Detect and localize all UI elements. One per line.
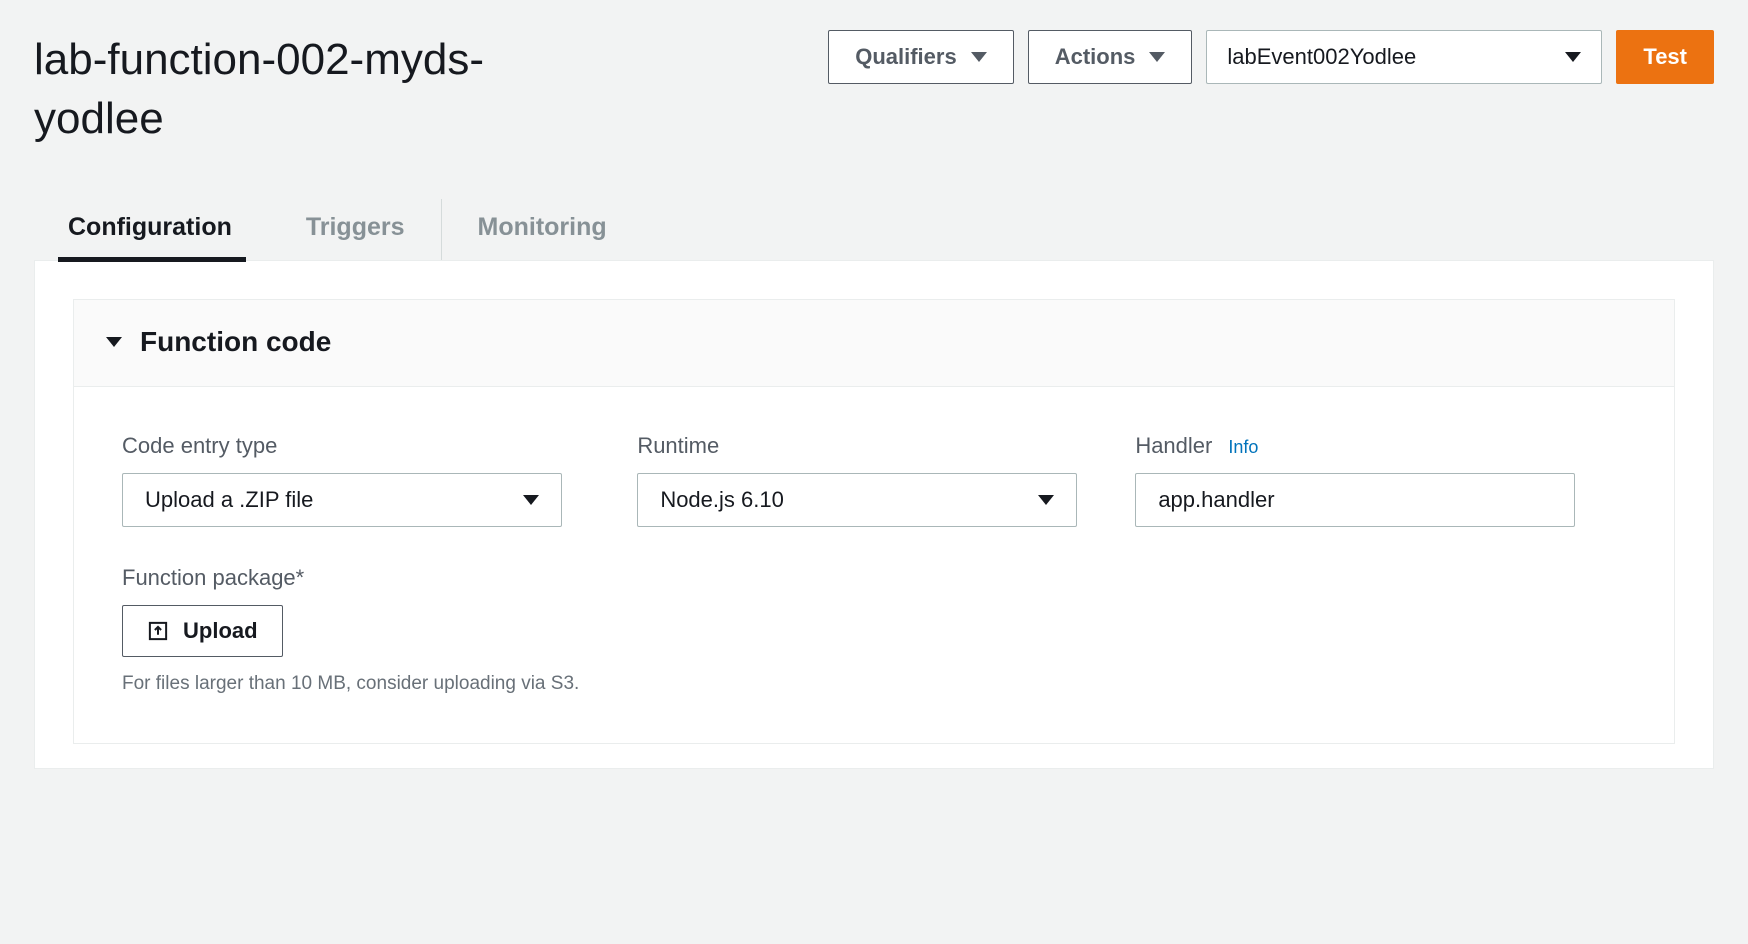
runtime-value: Node.js 6.10 [660, 487, 784, 513]
caret-down-icon [971, 52, 987, 62]
handler-input[interactable] [1135, 473, 1575, 527]
upload-button[interactable]: Upload [122, 605, 283, 657]
caret-down-icon [1565, 52, 1581, 62]
function-code-card: Function code Code entry type Upload a .… [73, 299, 1675, 744]
tab-configuration[interactable]: Configuration [58, 199, 270, 260]
collapse-caret-icon [106, 337, 122, 347]
handler-label-text: Handler [1135, 433, 1212, 459]
qualifiers-button[interactable]: Qualifiers [828, 30, 1013, 84]
code-entry-type-label: Code entry type [122, 433, 579, 459]
test-button[interactable]: Test [1616, 30, 1714, 84]
test-event-selected: labEvent002Yodlee [1227, 44, 1416, 70]
code-entry-type-value: Upload a .ZIP file [145, 487, 313, 513]
form-row: Code entry type Upload a .ZIP file Funct… [122, 433, 1626, 695]
caret-down-icon [1149, 52, 1165, 62]
page-title: lab-function-002-myds-yodlee [34, 30, 554, 149]
actions-label: Actions [1055, 44, 1136, 70]
header: lab-function-002-myds-yodlee Qualifiers … [0, 0, 1748, 169]
runtime-group: Runtime Node.js 6.10 [637, 433, 1077, 695]
test-event-select[interactable]: labEvent002Yodlee [1206, 30, 1602, 84]
handler-info-link[interactable]: Info [1228, 437, 1258, 458]
upload-button-label: Upload [183, 618, 258, 644]
code-entry-type-select[interactable]: Upload a .ZIP file [122, 473, 562, 527]
runtime-select[interactable]: Node.js 6.10 [637, 473, 1077, 527]
code-entry-type-group: Code entry type Upload a .ZIP file Funct… [122, 433, 579, 695]
handler-label: Handler Info [1135, 433, 1575, 459]
caret-down-icon [1038, 495, 1054, 505]
header-actions: Qualifiers Actions labEvent002Yodlee Tes… [828, 30, 1714, 84]
card-body: Code entry type Upload a .ZIP file Funct… [74, 387, 1674, 743]
caret-down-icon [523, 495, 539, 505]
actions-button[interactable]: Actions [1028, 30, 1193, 84]
tab-monitoring[interactable]: Monitoring [441, 199, 643, 260]
panel: Function code Code entry type Upload a .… [34, 260, 1714, 769]
upload-icon [147, 620, 169, 642]
qualifiers-label: Qualifiers [855, 44, 956, 70]
card-title: Function code [140, 326, 331, 358]
card-header[interactable]: Function code [74, 300, 1674, 387]
tabs: Configuration Triggers Monitoring [0, 169, 1748, 260]
function-package-label: Function package* [122, 565, 579, 591]
tab-triggers[interactable]: Triggers [270, 199, 441, 260]
handler-group: Handler Info [1135, 433, 1575, 695]
runtime-label: Runtime [637, 433, 1077, 459]
upload-hint: For files larger than 10 MB, consider up… [122, 673, 579, 695]
